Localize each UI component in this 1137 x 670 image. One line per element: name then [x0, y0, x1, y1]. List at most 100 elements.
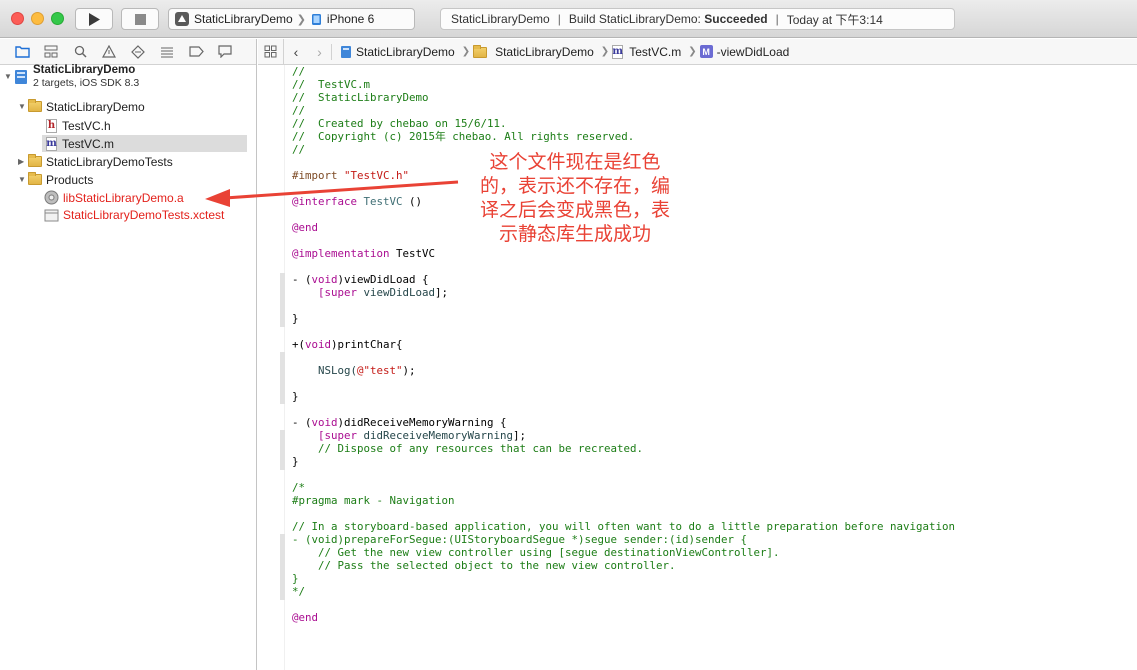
- code-token: )didReceiveMemoryWarning {: [337, 416, 507, 429]
- code-token: [super: [292, 429, 364, 442]
- code-fold-ribbon[interactable]: [280, 273, 285, 327]
- disclosure-triangle-icon[interactable]: ▼: [18, 102, 28, 111]
- code-line: // Copyright (c) 2015年 chebao. All right…: [292, 130, 635, 143]
- tree-item-header-file[interactable]: h TestVC.h: [46, 117, 111, 134]
- tree-item-products-group[interactable]: ▼ Products: [18, 171, 93, 188]
- code-token: void: [311, 416, 338, 429]
- project-navigator-tab[interactable]: [14, 44, 30, 60]
- folder-icon: [14, 46, 30, 58]
- tree-item-label: libStaticLibraryDemo.a: [63, 190, 184, 205]
- tree-item-tests-group[interactable]: ▶ StaticLibraryDemoTests: [18, 153, 173, 170]
- code-line: }: [292, 455, 299, 468]
- chevron-right-icon: ❯: [296, 13, 306, 26]
- breakpoint-navigator-tab[interactable]: [188, 44, 204, 60]
- scheme-app-icon: [175, 12, 189, 26]
- hierarchy-icon: [44, 45, 58, 58]
- forward-button[interactable]: ›: [308, 43, 332, 60]
- code-line: //: [292, 104, 306, 117]
- activity-project: StaticLibraryDemo: [451, 12, 550, 26]
- bundle-icon: [44, 209, 59, 221]
- code-fold-ribbon[interactable]: [280, 352, 285, 404]
- library-icon: [44, 190, 59, 205]
- issue-navigator-tab[interactable]: [101, 44, 117, 60]
- symbol-navigator-tab[interactable]: [43, 44, 59, 60]
- project-navigator: ▼ StaticLibraryDemo 2 targets, iOS SDK 8…: [0, 39, 257, 670]
- code-line: +(void)printChar{: [292, 338, 1132, 351]
- code-line: - (void)didReceiveMemoryWarning {: [292, 416, 1132, 429]
- report-navigator-tab[interactable]: [217, 44, 233, 60]
- folder-icon: [28, 154, 42, 167]
- code-line: [super didReceiveMemoryWarning];: [292, 429, 1132, 442]
- test-navigator-tab[interactable]: [130, 44, 146, 60]
- close-window-button[interactable]: [11, 12, 24, 25]
- disclosure-triangle-icon[interactable]: ▶: [18, 157, 28, 166]
- tree-item-test-bundle[interactable]: StaticLibraryDemoTests.xctest: [44, 206, 224, 223]
- source-editor[interactable]: // // TestVC.m // StaticLibraryDemo // /…: [292, 65, 1132, 624]
- xcode-project-icon: [341, 45, 351, 58]
- list-icon: [161, 47, 173, 57]
- code-line: }: [292, 312, 299, 325]
- annotation-line: 的，表示还不存在，编: [479, 175, 670, 197]
- tree-item-label: TestVC.h: [62, 118, 111, 133]
- jumpbar-file[interactable]: m TestVC.m: [612, 44, 681, 59]
- folder-icon: [473, 45, 488, 58]
- code-line: }: [292, 390, 299, 403]
- debug-navigator-tab[interactable]: [159, 44, 175, 60]
- disclosure-triangle-icon[interactable]: ▼: [4, 72, 14, 81]
- project-root-row[interactable]: ▼ StaticLibraryDemo 2 targets, iOS SDK 8…: [4, 64, 139, 89]
- code-token: (): [402, 195, 423, 208]
- jumpbar-project-label: StaticLibraryDemo: [356, 44, 455, 59]
- code-line: #pragma mark - Navigation: [292, 494, 455, 507]
- jumpbar-group[interactable]: StaticLibraryDemo: [473, 45, 594, 59]
- code-line: */: [292, 585, 306, 598]
- disclosure-triangle-icon[interactable]: ▼: [18, 175, 28, 184]
- jumpbar-project[interactable]: StaticLibraryDemo: [340, 45, 455, 59]
- zoom-window-button[interactable]: [51, 12, 64, 25]
- find-navigator-tab[interactable]: [72, 44, 88, 60]
- run-button[interactable]: [75, 8, 113, 30]
- jump-bar: ‹ › StaticLibraryDemo ❯ StaticLibraryDem…: [258, 38, 1137, 65]
- code-line: - (void)prepareForSegue:(UIStoryboardSeg…: [292, 533, 748, 546]
- jumpbar-method[interactable]: M -viewDidLoad: [699, 45, 789, 59]
- chevron-right-icon: ❯: [461, 46, 471, 57]
- annotation-line: 译之后会变成黑色，表: [479, 199, 670, 221]
- xcode-project-icon: [15, 69, 27, 84]
- diamond-icon: [131, 44, 145, 59]
- code-token: @"test": [357, 364, 403, 377]
- tree-item-static-library[interactable]: libStaticLibraryDemo.a: [44, 189, 184, 206]
- minimize-window-button[interactable]: [31, 12, 44, 25]
- tree-item-group[interactable]: ▼ StaticLibraryDemo: [18, 98, 145, 115]
- code-line: // In a storyboard-based application, yo…: [292, 520, 956, 533]
- code-token: ];: [435, 286, 449, 299]
- tree-item-label: StaticLibraryDemoTests.xctest: [63, 207, 225, 222]
- code-token: void: [305, 338, 332, 351]
- code-fold-ribbon[interactable]: [280, 534, 285, 600]
- stop-button[interactable]: [121, 8, 159, 30]
- code-token: viewDidLoad: [363, 286, 436, 299]
- back-button[interactable]: ‹: [284, 44, 308, 60]
- activity-build-prefix: Build StaticLibraryDemo:: [568, 12, 701, 26]
- folder-icon: [28, 99, 42, 112]
- annotation-callout: 这个文件现在是红色 的，表示还不存在，编 译之后会变成黑色，表 示静态库生成成功: [450, 150, 700, 246]
- code-token: @implementation: [292, 247, 397, 260]
- code-token: ];: [513, 429, 527, 442]
- code-line: NSLog(@"test");: [292, 364, 1132, 377]
- tree-item-implementation-file[interactable]: m TestVC.m: [42, 135, 247, 152]
- code-line: @end: [292, 221, 319, 234]
- scheme-selector[interactable]: StaticLibraryDemo ❯ iPhone 6: [168, 8, 415, 30]
- activity-divider: |: [557, 12, 561, 26]
- code-line: // Dispose of any resources that can be …: [292, 442, 644, 455]
- device-icon: [311, 13, 321, 25]
- related-items-button[interactable]: [258, 38, 284, 65]
- code-line: // Pass the selected object to the new v…: [292, 559, 676, 572]
- code-line: // TestVC.m: [292, 78, 371, 91]
- code-fold-ribbon[interactable]: [280, 430, 285, 470]
